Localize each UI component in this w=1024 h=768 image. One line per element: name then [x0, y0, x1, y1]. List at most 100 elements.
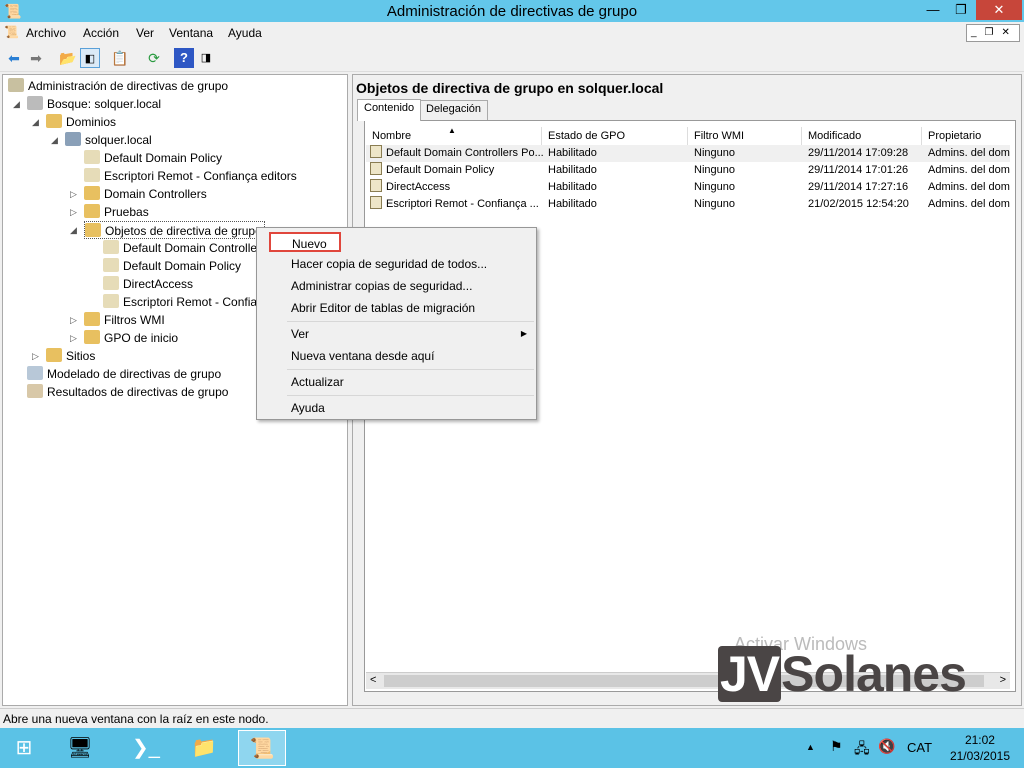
- column-nombre[interactable]: Nombre ▲: [366, 126, 542, 145]
- tree-node-label: Resultados de directivas de grupo: [47, 385, 229, 399]
- column-filtro-wmi[interactable]: Filtro WMI: [688, 127, 802, 145]
- scroll-left-icon[interactable]: <: [370, 674, 376, 686]
- help-icon[interactable]: ?: [174, 48, 194, 68]
- menu-item-backup-all[interactable]: Hacer copia de seguridad de todos...: [291, 254, 487, 274]
- cell-text: Admins. del domi: [928, 147, 1010, 159]
- show-hide-console-tree-icon[interactable]: ◧: [80, 48, 100, 68]
- menu-ayuda[interactable]: Ayuda: [228, 26, 262, 40]
- expand-toggle-icon[interactable]: ▷: [70, 333, 77, 344]
- volume-muted-icon[interactable]: 🔇: [878, 738, 895, 755]
- tree-node[interactable]: Filtros WMI: [84, 311, 165, 329]
- menu-item-ayuda[interactable]: Ayuda: [291, 398, 325, 418]
- tree-node[interactable]: DirectAccess: [103, 275, 193, 293]
- tree-node-label: Domain Controllers: [104, 187, 207, 201]
- tree-node[interactable]: Dominios: [46, 113, 116, 131]
- cell-text: Admins. del domi: [928, 198, 1010, 210]
- collapse-toggle-icon[interactable]: ◢: [51, 135, 58, 146]
- gpo-row[interactable]: Escriptori Remot - Confiança ... Habilita…: [366, 196, 1010, 213]
- domain-icon: [65, 132, 81, 146]
- action-center-flag-icon[interactable]: ⚑: [830, 738, 843, 755]
- menu-accion[interactable]: Acción: [83, 26, 119, 40]
- tree-node-label: Default Domain Policy: [104, 151, 223, 165]
- collapse-toggle-icon[interactable]: ◢: [13, 99, 20, 110]
- up-folder-icon[interactable]: 📂: [58, 48, 78, 68]
- collapse-toggle-icon[interactable]: ◢: [70, 225, 77, 236]
- cell: 21/02/2015 12:54:20: [808, 196, 924, 213]
- column-propietario[interactable]: Propietario: [922, 127, 1010, 145]
- menu-item-actualizar[interactable]: Actualizar: [291, 372, 344, 392]
- file-explorer-icon[interactable]: 📁: [180, 730, 228, 766]
- menu-item-new-window[interactable]: Nueva ventana desde aquí: [291, 346, 434, 366]
- expand-toggle-icon[interactable]: ▷: [70, 189, 77, 200]
- expand-toggle-icon[interactable]: ▷: [70, 315, 77, 326]
- cell: 29/11/2014 17:01:26: [808, 162, 924, 179]
- tree-node[interactable]: Default Domain Policy: [103, 257, 241, 275]
- menu-item-nuevo[interactable]: Nuevo: [269, 232, 341, 252]
- results-icon: [27, 384, 43, 398]
- cell: Escriptori Remot - Confiança ...: [370, 196, 544, 213]
- close-button[interactable]: ✕: [976, 0, 1022, 20]
- tab-contenido[interactable]: Contenido: [357, 99, 422, 121]
- tree-node-label: GPO de inicio: [104, 331, 179, 345]
- cell: Admins. del domi: [928, 145, 1010, 162]
- forward-icon[interactable]: ➡: [26, 48, 46, 68]
- expand-toggle-icon[interactable]: ▷: [32, 351, 39, 362]
- tree-node[interactable]: Sitios: [46, 347, 95, 365]
- tree-node[interactable]: Domain Controllers: [84, 185, 207, 203]
- collapse-toggle-icon[interactable]: ◢: [32, 117, 39, 128]
- gpo-icon: [370, 179, 382, 192]
- back-icon[interactable]: ⬅: [4, 48, 24, 68]
- clock[interactable]: 21:02 21/03/2015: [950, 732, 1010, 764]
- tab-delegacion[interactable]: Delegación: [419, 100, 489, 120]
- cell: Habilitado: [548, 162, 688, 179]
- menu-ventana[interactable]: Ventana: [169, 26, 213, 40]
- system-menu-icon[interactable]: 📜: [4, 25, 19, 39]
- column-modificado[interactable]: Modificado: [802, 127, 922, 145]
- gpo-icon: [103, 276, 119, 290]
- export-icon[interactable]: 📋: [110, 48, 130, 68]
- menu-archivo[interactable]: Archivo: [26, 26, 66, 40]
- scroll-right-icon[interactable]: >: [1000, 674, 1006, 686]
- gpo-icon: [370, 162, 382, 175]
- domains-folder-icon: [46, 114, 62, 128]
- server-manager-icon[interactable]: 🖥: [56, 730, 104, 766]
- tree-node[interactable]: Resultados de directivas de grupo: [27, 383, 228, 401]
- powershell-icon[interactable]: ❯_: [122, 730, 170, 766]
- gpo-row[interactable]: DirectAccess Habilitado Ninguno 29/11/2014 …: [366, 179, 1010, 196]
- tree-node[interactable]: GPO de inicio: [84, 329, 178, 347]
- gpmc-taskbar-icon[interactable]: 📜: [238, 730, 286, 766]
- language-indicator[interactable]: CAT: [907, 740, 932, 755]
- column-estado[interactable]: Estado de GPO: [542, 127, 688, 145]
- tree-node-label: solquer.local: [85, 133, 152, 147]
- minimize-button[interactable]: —: [920, 0, 946, 20]
- cell: 29/11/2014 17:09:28: [808, 145, 924, 162]
- refresh-icon[interactable]: ⟳: [144, 48, 164, 68]
- menu-separator: [287, 395, 534, 396]
- tree-node[interactable]: Bosque: solquer.local: [27, 95, 161, 113]
- tree-node[interactable]: Administración de directivas de grupo: [8, 77, 228, 95]
- window-title: Administración de directivas de grupo: [386, 3, 638, 20]
- menu-item-migration-editor[interactable]: Abrir Editor de tablas de migración: [291, 298, 475, 318]
- network-icon[interactable]: 🖧: [854, 738, 870, 762]
- maximize-button[interactable]: ❐: [948, 0, 974, 20]
- tree-node[interactable]: Pruebas: [84, 203, 149, 221]
- forest-icon: [27, 96, 43, 110]
- start-button[interactable]: ⊞: [0, 730, 48, 766]
- show-hidden-icons[interactable]: ▲: [806, 742, 815, 752]
- tree-node[interactable]: Escriptori Remot - Confiança editors: [84, 167, 297, 185]
- tree-node[interactable]: Modelado de directivas de grupo: [27, 365, 221, 383]
- gpo-row[interactable]: Default Domain Policy Habilitado Ninguno 29…: [366, 162, 1010, 179]
- menu-bar: 📜 Archivo Acción Ver Ventana Ayuda _❐✕: [0, 22, 1024, 44]
- show-action-pane-icon[interactable]: ◨: [196, 48, 216, 68]
- menu-ver[interactable]: Ver: [136, 26, 154, 40]
- cell-text: DirectAccess: [386, 181, 451, 193]
- expand-toggle-icon[interactable]: ▷: [70, 207, 77, 218]
- menu-item-manage-backups[interactable]: Administrar copias de seguridad...: [291, 276, 472, 296]
- gpo-icon: [103, 258, 119, 272]
- tree-node[interactable]: Default Domain Policy: [84, 149, 222, 167]
- menu-item-ver[interactable]: Ver ▶: [291, 324, 527, 344]
- tree-node[interactable]: solquer.local: [65, 131, 152, 149]
- mdi-window-controls[interactable]: _❐✕: [966, 24, 1020, 42]
- gpo-row[interactable]: Default Domain Controllers Po... Habilita…: [366, 145, 1010, 162]
- tree-node[interactable]: Objetos de directiva de grupo: [84, 221, 265, 239]
